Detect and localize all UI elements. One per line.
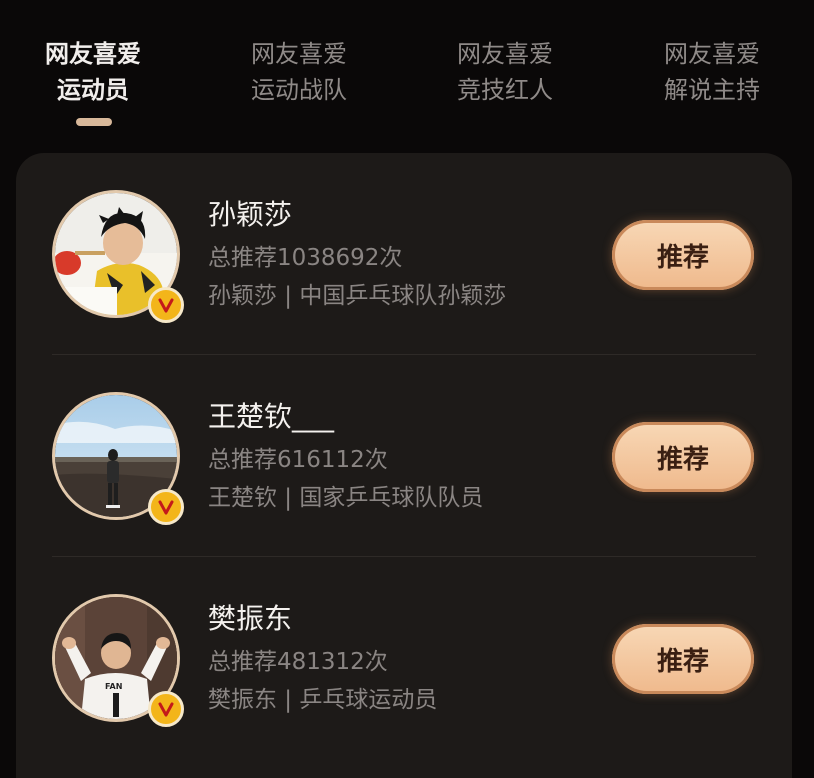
svg-text:FAN: FAN bbox=[105, 682, 122, 691]
user-name: 王楚钦___ bbox=[208, 400, 335, 433]
tab-athletes[interactable]: 网友喜爱 运动员 bbox=[28, 36, 158, 108]
recommend-button[interactable]: 推荐 bbox=[612, 624, 754, 694]
list-item[interactable]: 王楚钦___ 总推荐616112次 王楚钦 | 国家乒乓球队队员 推荐 bbox=[16, 355, 792, 557]
tab-label-line1: 网友喜爱 bbox=[251, 40, 347, 68]
tab-label-line2: 竞技红人 bbox=[457, 76, 553, 104]
list-item[interactable]: FAN 樊振东 总推荐481312次 樊振东 | 乒乓球运动员 推荐 bbox=[16, 557, 792, 759]
user-name: 樊振东 bbox=[208, 602, 293, 635]
recommend-button[interactable]: 推荐 bbox=[612, 422, 754, 492]
tab-label-line2: 运动员 bbox=[57, 76, 129, 104]
tab-label-line1: 网友喜爱 bbox=[457, 40, 553, 68]
category-tabs: 网友喜爱 运动员 网友喜爱 运动战队 网友喜爱 竞技红人 网友喜爱 解说主持 bbox=[0, 0, 814, 140]
tab-label-line1: 网友喜爱 bbox=[45, 40, 141, 68]
recommend-card: 孙颖莎 总推荐1038692次 孙颖莎 | 中国乒乓球队孙颖莎 推荐 王楚钦__… bbox=[16, 153, 792, 778]
recommend-count: 总推荐1038692次 bbox=[208, 245, 403, 271]
active-tab-indicator bbox=[76, 118, 112, 126]
recommend-count: 总推荐616112次 bbox=[208, 447, 388, 473]
tab-teams[interactable]: 网友喜爱 运动战队 bbox=[234, 36, 364, 108]
user-description: 孙颖莎 | 中国乒乓球队孙颖莎 bbox=[208, 283, 507, 309]
verified-badge-icon bbox=[148, 489, 184, 525]
user-description: 樊振东 | 乒乓球运动员 bbox=[208, 687, 438, 713]
verified-badge-icon bbox=[148, 287, 184, 323]
tab-label-line1: 网友喜爱 bbox=[664, 40, 760, 68]
user-description: 王楚钦 | 国家乒乓球队队员 bbox=[208, 485, 484, 511]
list-item[interactable]: 孙颖莎 总推荐1038692次 孙颖莎 | 中国乒乓球队孙颖莎 推荐 bbox=[16, 153, 792, 355]
verified-badge-icon bbox=[148, 691, 184, 727]
tab-label-line2: 运动战队 bbox=[251, 76, 347, 104]
recommend-count: 总推荐481312次 bbox=[208, 649, 388, 675]
tab-label-line2: 解说主持 bbox=[664, 76, 760, 104]
recommend-button[interactable]: 推荐 bbox=[612, 220, 754, 290]
tab-influencers[interactable]: 网友喜爱 竞技红人 bbox=[440, 36, 570, 108]
page: 网友喜爱 运动员 网友喜爱 运动战队 网友喜爱 竞技红人 网友喜爱 解说主持 孙… bbox=[0, 0, 814, 778]
tab-commentators[interactable]: 网友喜爱 解说主持 bbox=[647, 36, 777, 108]
user-name: 孙颖莎 bbox=[208, 198, 293, 231]
